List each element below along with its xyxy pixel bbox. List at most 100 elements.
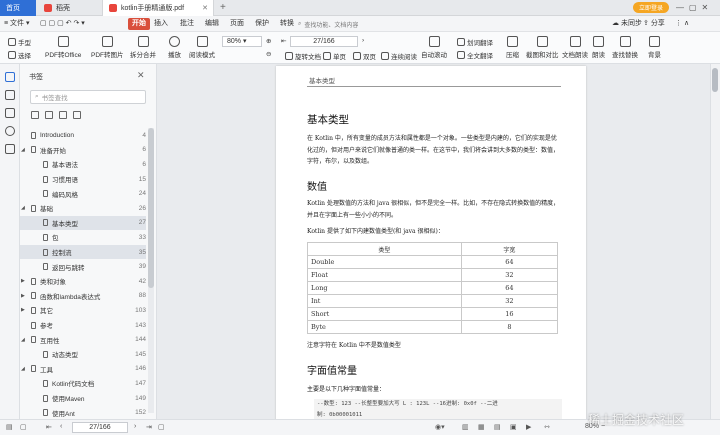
bookmark-item[interactable]: ◢ 互用性 144	[20, 332, 146, 347]
double-view-icon[interactable]: ▦	[478, 423, 485, 431]
attachment-panel-icon[interactable]	[5, 126, 15, 136]
bookmark-panel-icon[interactable]	[5, 72, 15, 82]
add-child-bookmark-icon[interactable]	[59, 111, 67, 119]
tab-document[interactable]: kotlin手册精通版.pdf ✕	[102, 0, 214, 16]
zoom-out-icon[interactable]: ⊖	[266, 50, 271, 58]
bookmark-tool-icon[interactable]	[31, 111, 39, 119]
read-mode-button[interactable]: 阅读模式	[189, 36, 215, 59]
restore-icon[interactable]: ▢	[158, 423, 165, 431]
annotation-panel-icon[interactable]	[5, 108, 15, 118]
play-button[interactable]: 播放	[168, 36, 181, 59]
document-scroll-thumb[interactable]	[712, 68, 718, 92]
bookmark-search-input[interactable]: ⌕ 书签查找	[30, 90, 146, 104]
last-page-icon[interactable]: ⇥	[146, 423, 152, 431]
sidebar-toggle-icon[interactable]: ▤	[6, 423, 13, 431]
double-page-button[interactable]: 双页	[353, 51, 376, 61]
login-button[interactable]: 立即登录	[633, 2, 669, 13]
full-translate-button[interactable]: 全文翻译	[457, 50, 493, 60]
single-view-icon[interactable]: ▥	[462, 423, 469, 431]
bookmark-item[interactable]: 控制流 35	[20, 244, 146, 260]
menu-page[interactable]: 页面	[230, 16, 244, 32]
hand-tool[interactable]: 手型	[8, 37, 31, 47]
quick-access-icons[interactable]: ▢ ▢ ▢ ↶ ↷ ▾	[40, 16, 85, 32]
fit-width-icon[interactable]: ⇿	[544, 423, 550, 431]
menu-protect[interactable]: 保护	[255, 16, 269, 32]
zoom-in-icon[interactable]: ⊕	[266, 37, 271, 45]
split-merge-button[interactable]: 拆分合并	[130, 36, 156, 59]
single-page-button[interactable]: 单页	[323, 51, 346, 61]
rotate-button[interactable]: 旋转文档	[285, 51, 321, 61]
bookmark-item[interactable]: Kotlin代码文档 147	[20, 376, 146, 391]
bookmark-item[interactable]: ◢ 工具 146	[20, 362, 146, 377]
tab-daoke[interactable]: 稻壳	[38, 0, 100, 16]
play-view-icon[interactable]: ▶	[526, 423, 531, 431]
select-tool[interactable]: 选择	[8, 50, 31, 60]
status-page-field[interactable]: 27/166	[72, 422, 128, 433]
collapse-arrow-icon[interactable]: ◢	[21, 147, 25, 153]
menu-start[interactable]: 开始	[128, 18, 150, 30]
bookmark-item[interactable]: 使用Ant 152	[20, 405, 146, 420]
menu-annotate[interactable]: 批注	[180, 16, 194, 32]
next-page-icon[interactable]: ›	[362, 37, 364, 44]
background-button[interactable]: 背景	[648, 36, 661, 59]
sync-status[interactable]: ☁ 未同步	[612, 16, 642, 32]
expand-arrow-icon[interactable]: ▶	[21, 278, 25, 284]
bookmark-item[interactable]: ▶ 函数和lambda表达式 88	[20, 289, 146, 304]
bookmark-item[interactable]: 动态类型 145	[20, 347, 146, 362]
bookmark-item[interactable]: 参考 143	[20, 318, 146, 333]
page-number-field[interactable]: 27/166	[290, 36, 358, 47]
translate-word-button[interactable]: 划词翻译	[457, 37, 493, 47]
menu-convert[interactable]: 转换	[280, 16, 294, 32]
close-tab-icon[interactable]: ✕	[202, 4, 208, 12]
bookmark-item[interactable]: Introduction 4	[20, 128, 146, 143]
doc-tts-button[interactable]: 文档朗读	[562, 36, 588, 59]
bookmark-item[interactable]: 基本类型 27	[20, 215, 146, 231]
read-aloud-button[interactable]: 朗读	[592, 36, 605, 59]
first-page-icon[interactable]: ⇤	[46, 423, 52, 431]
function-search-input[interactable]: ⌕ 查找功能、文档内容	[298, 19, 388, 30]
fit-view-icon[interactable]: ▣	[510, 423, 517, 431]
sidebar-scroll-thumb[interactable]	[148, 128, 154, 288]
add-bookmark-icon[interactable]	[45, 111, 53, 119]
prev-page-icon[interactable]: ‹	[60, 423, 62, 430]
pdf-to-office-button[interactable]: PDF转Office	[45, 36, 81, 59]
compress-button[interactable]: 压缩	[506, 36, 519, 59]
first-page-icon[interactable]: ⇤	[281, 37, 286, 45]
bookmark-item[interactable]: ◢ 准备开始 6	[20, 143, 146, 158]
share-button[interactable]: ⇪ 分享	[643, 16, 665, 32]
bookmark-item[interactable]: ▶ 其它 103	[20, 303, 146, 318]
collapse-arrow-icon[interactable]: ◢	[21, 205, 25, 211]
delete-bookmark-icon[interactable]	[73, 111, 81, 119]
screenshot-compare-button[interactable]: 截图和对比	[526, 36, 559, 59]
menu-insert[interactable]: 插入	[154, 16, 168, 32]
bookmark-item[interactable]: 编码风格 24	[20, 186, 146, 201]
window-controls[interactable]: —▢✕	[676, 3, 713, 12]
bookmark-item[interactable]: 返回与跳转 39	[20, 259, 146, 274]
panel-toggle-icon[interactable]: ▢	[20, 423, 27, 431]
bookmark-item[interactable]: 使用Maven 149	[20, 391, 146, 406]
next-page-icon[interactable]: ›	[134, 423, 136, 430]
find-replace-button[interactable]: 查找替换	[612, 36, 638, 59]
file-menu[interactable]: ≡ 文件 ▾	[4, 16, 30, 32]
collapse-arrow-icon[interactable]: ◢	[21, 337, 25, 343]
bookmark-item[interactable]: 包 33	[20, 230, 146, 245]
expand-arrow-icon[interactable]: ▶	[21, 307, 25, 313]
expand-arrow-icon[interactable]: ▶	[21, 293, 25, 299]
auto-scroll-button[interactable]: 自动滚动	[421, 36, 447, 59]
document-scrollbar[interactable]	[710, 64, 720, 419]
continuous-read-button[interactable]: 连续阅读	[381, 51, 417, 61]
pdf-to-image-button[interactable]: PDF转图片	[91, 36, 124, 59]
continuous-view-icon[interactable]: ▤	[494, 423, 501, 431]
thumbnail-panel-icon[interactable]	[5, 90, 15, 100]
bookmark-item[interactable]: 基本语法 6	[20, 157, 146, 172]
new-tab-icon[interactable]: +	[220, 2, 226, 13]
eye-icon[interactable]: ◉▾	[435, 423, 445, 431]
bookmark-item[interactable]: ◢ 基础 26	[20, 201, 146, 216]
search-panel-icon[interactable]	[5, 144, 15, 154]
tab-home[interactable]: 首页	[0, 0, 36, 16]
close-sidebar-icon[interactable]: ✕	[137, 70, 145, 81]
zoom-field[interactable]: 80% ▾	[222, 36, 262, 47]
more-icons[interactable]: ⋮ ∧	[675, 16, 689, 32]
collapse-arrow-icon[interactable]: ◢	[21, 366, 25, 372]
bookmark-item[interactable]: ▶ 类和对象 42	[20, 274, 146, 289]
